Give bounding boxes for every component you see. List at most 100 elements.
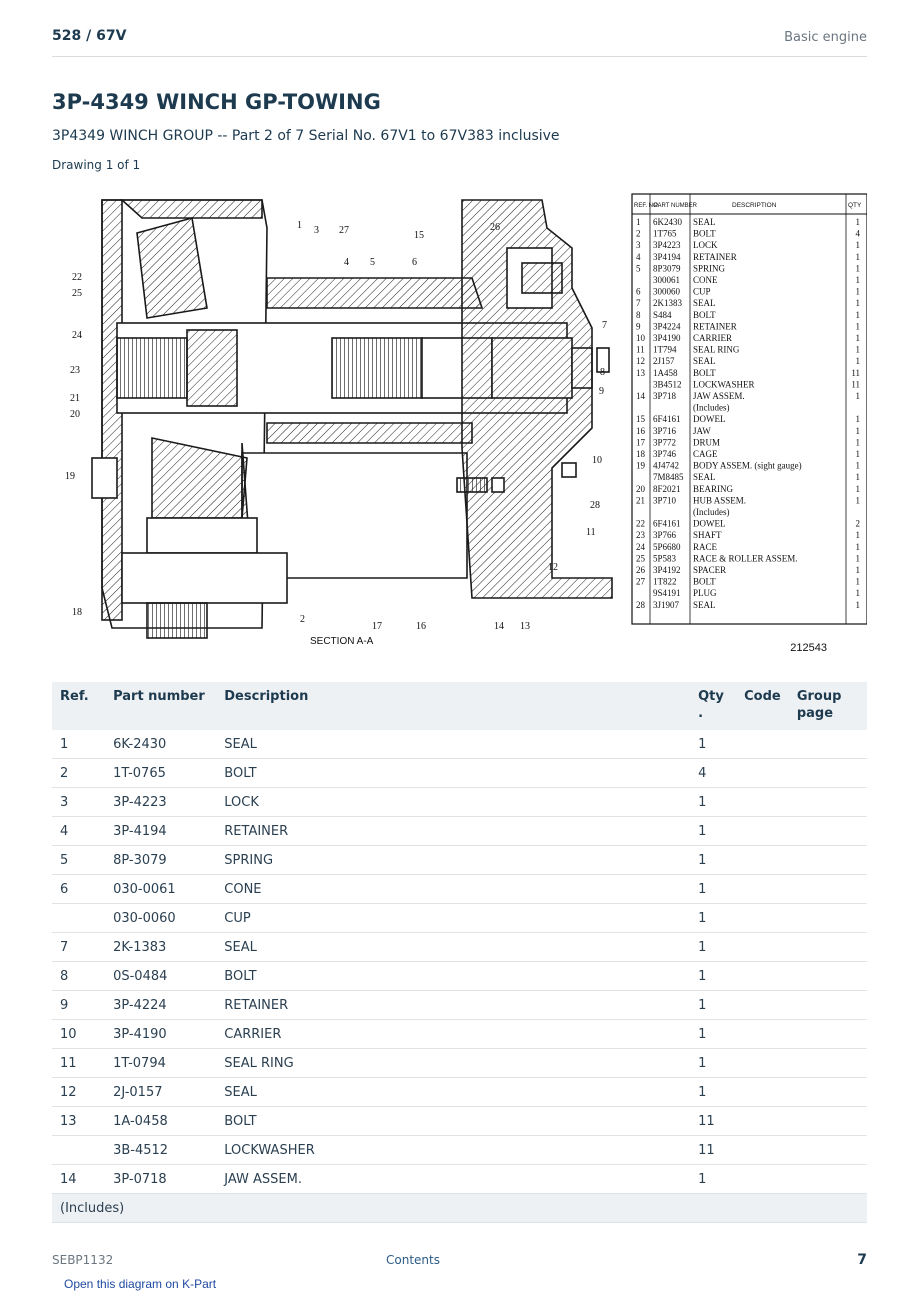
cell-group-page [788,1019,867,1049]
legend-cell-qty: 1 [856,345,861,355]
legend-cell-desc: RACE & ROLLER ASSEM. [693,553,798,563]
callout-label: 23 [70,365,80,376]
cell-part-number[interactable]: 3B-4512 [105,1135,217,1165]
cell-part-number[interactable]: 3P-4190 [105,1019,217,1049]
legend-cell-qty: 1 [856,437,861,447]
includes-note: (Includes) [52,1193,867,1223]
legend-cell-qty: 1 [856,310,861,320]
table-row: 9 3P-4224 RETAINER 1 [52,990,867,1020]
legend-cell-desc: SEAL [693,217,716,227]
cell-part-number[interactable]: 2J-0157 [105,1077,217,1107]
cell-part-number[interactable]: 8P-3079 [105,845,217,875]
cell-group-page [788,845,867,875]
callout-label: 8 [600,367,605,378]
cell-description: RETAINER [216,990,691,1020]
legend-cell-desc: LOCKWASHER [693,379,755,389]
cell-part-number[interactable]: 3P-4224 [105,990,217,1020]
legend-cell-ref: 6 [636,287,641,297]
col-part-number: Part number [105,682,217,730]
page-header: 528 / 67V Basic engine [52,28,867,57]
cell-description: BOLT [216,758,691,788]
cell-part-number[interactable]: 3P-4194 [105,816,217,846]
cell-part-number[interactable]: 6K-2430 [105,730,217,759]
legend-cell-qty: 1 [856,530,861,540]
cell-description: SEAL RING [216,1048,691,1078]
cell-qty: 1 [690,816,737,846]
legend-cell-qty: 11 [851,379,860,389]
cell-group-page [788,903,867,933]
legend-cell-part: 300060 [653,287,681,297]
cell-code [736,903,789,933]
legend-cell-part: 2J157 [653,356,675,366]
legend-cell-qty: 2 [856,519,861,529]
cell-part-number[interactable]: 1T-0765 [105,758,217,788]
contents-link[interactable]: Contents [386,1253,440,1267]
table-row: 3 3P-4223 LOCK 1 [52,787,867,817]
callout-label: 22 [72,272,82,283]
cell-ref: 3 [52,787,106,817]
cell-part-number[interactable]: 030-0060 [105,903,217,933]
legend-cell-ref: 19 [636,461,646,471]
cell-group-page [788,730,867,759]
legend-cell-qty: 1 [856,484,861,494]
cell-part-number[interactable]: 1T-0794 [105,1048,217,1078]
callout-label: 15 [414,230,424,241]
legend-cell-desc: SPACER [693,565,726,575]
cell-code [736,1135,789,1165]
legend-cell-desc: SHAFT [693,530,722,540]
legend-cell-desc: (Includes) [693,507,729,517]
legend-header-qty: QTY [848,202,862,209]
kpart-diagram-link[interactable]: Open this diagram on K-Part [64,1277,216,1291]
legend-cell-desc: SPRING [693,263,726,273]
legend-cell-ref: 24 [636,542,646,552]
cell-part-number[interactable]: 2K-1383 [105,932,217,962]
legend-cell-part: 3P766 [653,530,677,540]
cell-part-number[interactable]: 3P-4223 [105,787,217,817]
cell-code [736,961,789,991]
table-row: 11 1T-0794 SEAL RING 1 [52,1048,867,1078]
legend-cell-desc: BOLT [693,310,716,320]
legend-cell-ref: 20 [636,484,646,494]
table-row: 4 3P-4194 RETAINER 1 [52,816,867,846]
legend-cell-part: 3P772 [653,437,676,447]
legend-cell-part: 1A458 [653,368,678,378]
legend-cell-ref: 23 [636,530,646,540]
callout-label: 20 [70,409,80,420]
legend-cell-desc: BODY ASSEM. (sight gauge) [693,461,802,471]
cell-description: SEAL [216,1077,691,1107]
legend-cell-ref: 17 [636,437,646,447]
table-row: 6 030-0061 CONE 1 [52,874,867,904]
legend-cell-ref: 22 [636,519,645,529]
cell-qty: 1 [690,787,737,817]
legend-cell-desc: RETAINER [693,321,737,331]
legend-cell-desc: CARRIER [693,333,732,343]
legend-cell-desc: SEAL RING [693,345,740,355]
callout-label: 7 [602,320,607,331]
legend-cell-ref: 18 [636,449,646,459]
cell-code [736,758,789,788]
cell-part-number[interactable]: 3P-0718 [105,1164,217,1194]
legend-cell-ref: 7 [636,298,641,308]
cell-part-number[interactable]: 1A-0458 [105,1106,217,1136]
legend-cell-part: 1T765 [653,229,677,239]
cell-code [736,1077,789,1107]
legend-cell-part: 6K2430 [653,217,682,227]
cell-description: LOCK [216,787,691,817]
legend-cell-part: 2K1383 [653,298,682,308]
winch-section-drawing: 1 3 27 1526222524232120194 5 6789102811121821… [65,193,867,654]
page-title: 3P-4349 WINCH GP-TOWING [52,90,381,114]
parts-diagram[interactable]: 1 3 27 15 26 22 25 24 23 21 20 19 4 5 6 7 8 9 10 28 11 12 18 2 1… [52,188,867,658]
cell-part-number[interactable]: 030-0061 [105,874,217,904]
cell-part-number[interactable]: 0S-0484 [105,961,217,991]
legend-cell-part: 8F2021 [653,484,681,494]
legend-cell-desc: DRUM [693,437,720,447]
table-row: 2 1T-0765 BOLT 4 [52,758,867,788]
cell-code [736,1164,789,1194]
legend-cell-desc: SEAL [693,298,716,308]
cell-group-page [788,816,867,846]
cell-qty: 1 [690,903,737,933]
callout-label: 24 [72,330,82,341]
cell-group-page [788,874,867,904]
legend-cell-desc: SEAL [693,472,716,482]
table-note-row: (Includes) [52,1193,867,1223]
